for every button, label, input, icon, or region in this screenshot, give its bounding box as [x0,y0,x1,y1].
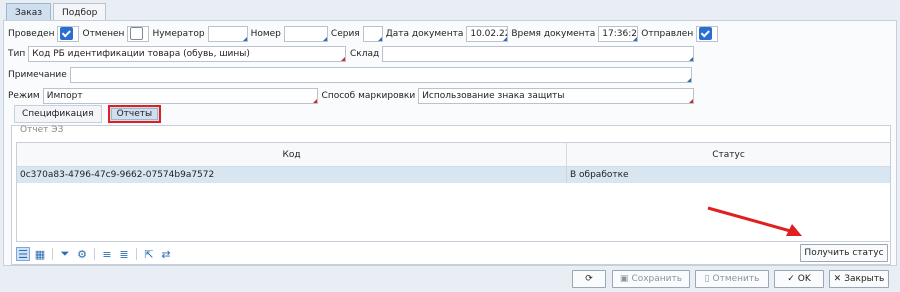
numbered-list-icon[interactable]: ≡ [100,247,114,261]
column-header-status[interactable]: Статус [567,143,890,166]
series-field[interactable] [362,25,383,42]
tab-specification[interactable]: Спецификация [14,105,102,123]
annotation-arrow-icon [707,206,802,236]
header-row-2: Тип Код РБ идентификации товара (обувь, … [8,45,694,62]
save-button[interactable]: ▣ Сохранить [612,270,690,288]
sent-label: Отправлен [641,28,694,39]
table-view-icon[interactable]: ▦ [33,247,47,261]
detail-tabs: Спецификация Отчеты [14,105,162,125]
canceled-checkbox[interactable] [130,27,144,40]
close-icon: ✕ [833,274,842,284]
type-label: Тип [8,48,26,59]
report-group-title: Отчет ЭЗ [20,125,64,135]
tab-order[interactable]: Заказ [6,3,52,21]
report-group: Отчет ЭЗ Код Статус 0c370a83-4796-47c9-9… [11,125,891,265]
tab-reports[interactable]: Отчеты [107,105,162,123]
sent-checkbox[interactable] [699,27,713,40]
tab-selection[interactable]: Подбор [53,3,107,21]
get-status-button[interactable]: Получить статус [800,244,888,262]
document-tabs: Заказ Подбор [6,3,107,21]
export-icon[interactable]: ⇱ [142,247,156,261]
date-field[interactable]: 10.02.22 [466,25,509,42]
number-label: Номер [250,28,281,39]
warehouse-label: Склад [350,48,380,59]
header-row-1: Проведен Отменен Нумератор Номер Серия Д… [8,25,721,42]
canceled-label: Отменен [82,28,125,39]
refresh-icon[interactable]: ⇄ [159,247,173,261]
save-icon: ▣ [619,274,629,284]
refresh-icon: ⟳ [585,274,593,284]
column-header-code[interactable]: Код [17,143,567,166]
number-field[interactable] [283,25,328,42]
posted-label: Проведен [8,28,55,39]
time-label: Время документа [511,28,596,39]
mode-label: Режим [8,90,40,101]
trash-icon: ▯ [704,274,710,284]
mode-field[interactable]: Импорт [42,87,318,104]
cancel-button[interactable]: ▯ Отменить [695,270,769,288]
marking-field[interactable]: Использование знака защиты [418,87,694,104]
marking-label: Способ маркировки [321,90,416,101]
type-field[interactable]: Код РБ идентификации товара (обувь, шины… [28,45,346,62]
grid-header: Код Статус [17,143,890,167]
date-label: Дата документа [385,28,464,39]
cell-code: 0c370a83-4796-47c9-9662-07574b9a7572 [17,167,567,183]
series-label: Серия [330,28,360,39]
note-label: Примечание [8,69,67,80]
table-row[interactable]: 0c370a83-4796-47c9-9662-07574b9a7572 В о… [17,167,890,183]
close-button[interactable]: ✕ Закрыть [829,270,889,288]
sort-list-icon[interactable]: ≣ [117,247,131,261]
time-field[interactable]: 17:36:21 [598,25,639,42]
note-field[interactable] [69,66,692,83]
ok-button[interactable]: ✓ OK [774,270,824,288]
cell-status: В обработке [570,170,629,180]
settings-icon[interactable]: ⚙ [75,247,89,261]
header-row-4: Режим Импорт Способ маркировки Использов… [8,87,694,104]
warehouse-field[interactable] [382,45,694,62]
check-icon: ✓ [787,274,795,284]
grid-toolbar: ☰ ▦ ⏷ ⚙ ≡ ≣ ⇱ ⇄ [16,245,173,263]
filter-icon[interactable]: ⏷ [58,247,72,261]
list-view-icon[interactable]: ☰ [16,247,30,261]
numerator-label: Нумератор [152,28,205,39]
numerator-field[interactable] [207,25,248,42]
refresh-button[interactable]: ⟳ [572,270,606,288]
posted-checkbox[interactable] [60,27,74,40]
header-row-3: Примечание [8,66,694,83]
